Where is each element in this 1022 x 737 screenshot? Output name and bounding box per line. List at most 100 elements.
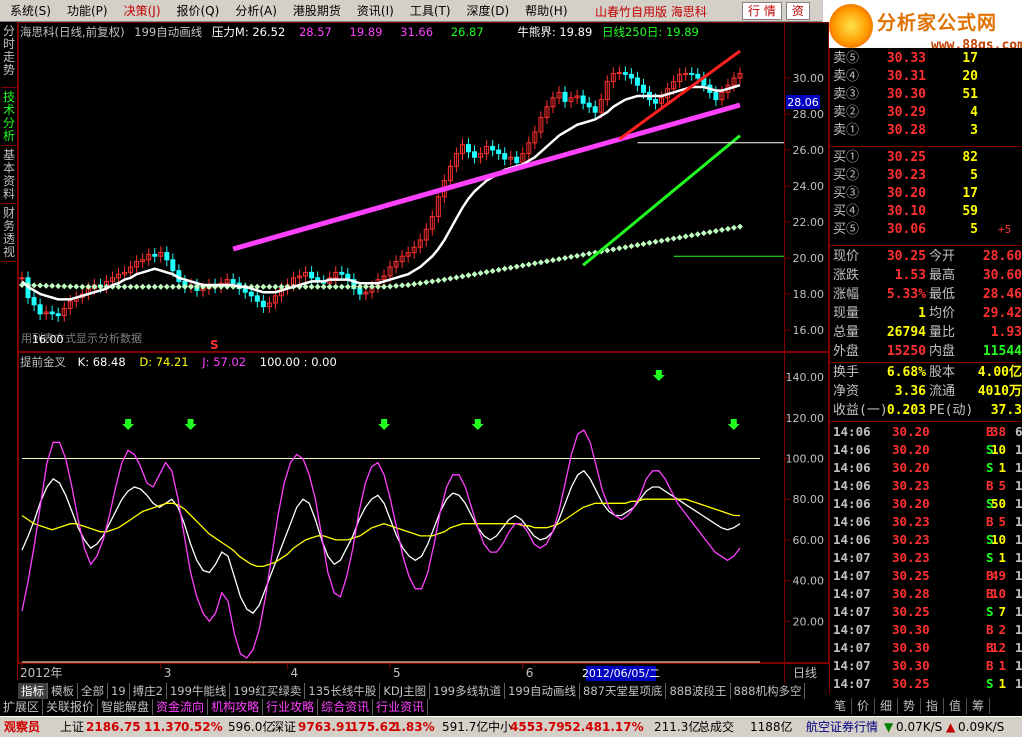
candle-body bbox=[502, 153, 508, 160]
panel-tab[interactable]: 势 bbox=[898, 698, 921, 714]
total-value: 1188亿 bbox=[750, 720, 793, 734]
function-tab[interactable]: 行业资讯 bbox=[373, 699, 429, 715]
sz-value: 9763.91 bbox=[298, 720, 353, 734]
indicator-tab[interactable]: 199红买绿卖 bbox=[230, 683, 306, 699]
tick-time: 14:07 bbox=[833, 604, 871, 619]
buy-level-volume: 17 bbox=[962, 186, 978, 201]
menu-quote[interactable]: 报价(Q) bbox=[169, 3, 228, 19]
tick-side: S bbox=[986, 604, 994, 619]
candle-body bbox=[683, 73, 689, 75]
sub-y-tick-label: 80.00 bbox=[793, 493, 825, 506]
panel-tab[interactable]: 笔 bbox=[829, 698, 852, 714]
tick-count: 1 bbox=[1015, 640, 1022, 655]
x-tick-label: 3 bbox=[164, 666, 172, 680]
buy-level-row[interactable]: 买⑤ 30.06 5 +5 bbox=[830, 221, 1022, 239]
panel-tab[interactable]: 细 bbox=[875, 698, 898, 714]
panel-tab[interactable]: 值 bbox=[944, 698, 967, 714]
tick-row: 14:07 30.25 49 B 1 bbox=[830, 567, 1022, 585]
tick-time: 14:06 bbox=[833, 460, 871, 475]
tick-row: 14:07 30.25 1 S 1 bbox=[830, 675, 1022, 693]
stat-value: 3.36 bbox=[894, 384, 926, 399]
observer-label[interactable]: 观察员 bbox=[4, 717, 40, 737]
candle-body bbox=[713, 91, 719, 101]
indicator-tab[interactable]: 88B波段王 bbox=[666, 683, 731, 699]
tick-side: S bbox=[986, 550, 994, 565]
sub-y-tick-label: 120.00 bbox=[786, 412, 825, 425]
tick-price: 30.30 bbox=[892, 622, 930, 637]
stat-label: 现量 bbox=[833, 306, 860, 321]
menu-info[interactable]: 资讯(I) bbox=[349, 3, 402, 19]
menu-analysis[interactable]: 分析(A) bbox=[227, 3, 285, 19]
menu-function[interactable]: 功能(P) bbox=[59, 3, 116, 19]
current-price-tag-text: 28.06 bbox=[787, 96, 819, 109]
function-tab[interactable]: 扩展区 bbox=[0, 699, 44, 715]
indicator-tab[interactable]: 模板 bbox=[48, 683, 78, 699]
buy-level-row[interactable]: 买② 30.23 5 bbox=[830, 167, 1022, 185]
menu-tools[interactable]: 工具(T) bbox=[402, 3, 459, 19]
tick-count: 1 bbox=[1015, 586, 1022, 601]
panel-tabs: 笔价细势指值筹 bbox=[829, 698, 1022, 714]
panel-tab[interactable]: 指 bbox=[921, 698, 944, 714]
chart-area[interactable]: 海思科(日线,前复权) 199自动画线 压力M: 26.52 28.57 19.… bbox=[18, 22, 829, 683]
menu-system[interactable]: 系统(S) bbox=[2, 3, 59, 19]
sell-level-row[interactable]: 卖④ 30.31 20 bbox=[830, 68, 1022, 86]
buy-level-row[interactable]: 买③ 30.20 17 bbox=[830, 185, 1022, 203]
indicator-tab[interactable]: 135长线牛股 bbox=[305, 683, 381, 699]
sell-level-volume: 3 bbox=[970, 123, 978, 138]
buy-level-label: 买① bbox=[833, 150, 860, 165]
menu-hk-futures[interactable]: 港股期货 bbox=[285, 3, 349, 19]
tick-price: 30.30 bbox=[892, 658, 930, 673]
function-tab[interactable]: 关联报价 bbox=[43, 699, 99, 715]
x-tick-label: 6 bbox=[526, 666, 534, 680]
candle-body bbox=[230, 279, 236, 284]
tick-price: 30.23 bbox=[892, 532, 930, 547]
function-tab[interactable]: 资金流向 bbox=[153, 699, 209, 715]
indicator-tab[interactable]: 199多线轨道 bbox=[430, 683, 506, 699]
sell-level-row[interactable]: 卖② 30.29 4 bbox=[830, 104, 1022, 122]
indicator-tab[interactable]: 888机构多空 bbox=[731, 683, 806, 699]
tab-financials[interactable]: 财务透视 bbox=[1, 204, 17, 262]
tick-price: 30.30 bbox=[892, 640, 930, 655]
sz-amount: 591.7亿 bbox=[442, 720, 489, 734]
period-label[interactable]: 日线 bbox=[793, 666, 817, 680]
indicator-tab[interactable]: 19 bbox=[108, 683, 130, 699]
download-arrow-icon: ▼ bbox=[884, 720, 894, 734]
indicator-tab[interactable]: 887天堂星项底 bbox=[580, 683, 667, 699]
stat-label: 股本 bbox=[929, 365, 956, 380]
info-mode-button[interactable]: 资 bbox=[785, 2, 810, 20]
panel-tab[interactable]: 价 bbox=[852, 698, 875, 714]
indicator-tab[interactable]: 指标 bbox=[18, 683, 48, 699]
indicator-tab[interactable]: KDJ主图 bbox=[380, 683, 431, 699]
indicator-tab[interactable]: 搏庄2 bbox=[130, 683, 167, 699]
candle-body bbox=[37, 304, 43, 315]
candle-body bbox=[653, 99, 659, 104]
function-tab[interactable]: 行业攻略 bbox=[263, 699, 319, 715]
menu-decision[interactable]: 决策(J) bbox=[116, 3, 169, 19]
quote-mode-button[interactable]: 行 情 bbox=[742, 2, 782, 20]
sh-change: 11.37 bbox=[144, 720, 182, 734]
tab-technical[interactable]: 技术分析 bbox=[1, 88, 17, 146]
buy-level-row[interactable]: 买① 30.25 82 bbox=[830, 149, 1022, 167]
sell-level-row[interactable]: 卖① 30.28 3 bbox=[830, 122, 1022, 140]
function-tab[interactable]: 机构攻略 bbox=[208, 699, 264, 715]
main-chart-title: 海思科(日线,前复权) bbox=[20, 25, 125, 39]
tick-row: 14:06 30.20 1 S 1 bbox=[830, 459, 1022, 477]
sell-level-row[interactable]: 卖⑤ 30.33 17 bbox=[830, 50, 1022, 68]
sz-label: 深证 bbox=[272, 720, 297, 734]
indicator-tab[interactable]: 199牛能线 bbox=[167, 683, 231, 699]
function-tab[interactable]: 智能解盘 bbox=[98, 699, 154, 715]
menu-depth[interactable]: 深度(D) bbox=[459, 3, 518, 19]
tab-intraday[interactable]: 分时走势 bbox=[1, 22, 17, 88]
menu-help[interactable]: 帮助(H) bbox=[517, 3, 575, 19]
function-tab[interactable]: 综合资讯 bbox=[318, 699, 374, 715]
tab-fundamentals[interactable]: 基本资料 bbox=[1, 146, 17, 204]
indicator-tab[interactable]: 全部 bbox=[78, 683, 108, 699]
k-value: K: 68.48 bbox=[78, 355, 126, 369]
buy-level-label: 买⑤ bbox=[833, 222, 860, 237]
indicator-tab[interactable]: 199自动画线 bbox=[505, 683, 581, 699]
tick-count: 1 bbox=[1015, 478, 1022, 493]
panel-tab[interactable]: 筹 bbox=[967, 698, 990, 714]
buy-level-row[interactable]: 买④ 30.10 59 bbox=[830, 203, 1022, 221]
sell-level-row[interactable]: 卖③ 30.30 51 bbox=[830, 86, 1022, 104]
mode-buttons: 行 情 资 bbox=[742, 2, 814, 20]
